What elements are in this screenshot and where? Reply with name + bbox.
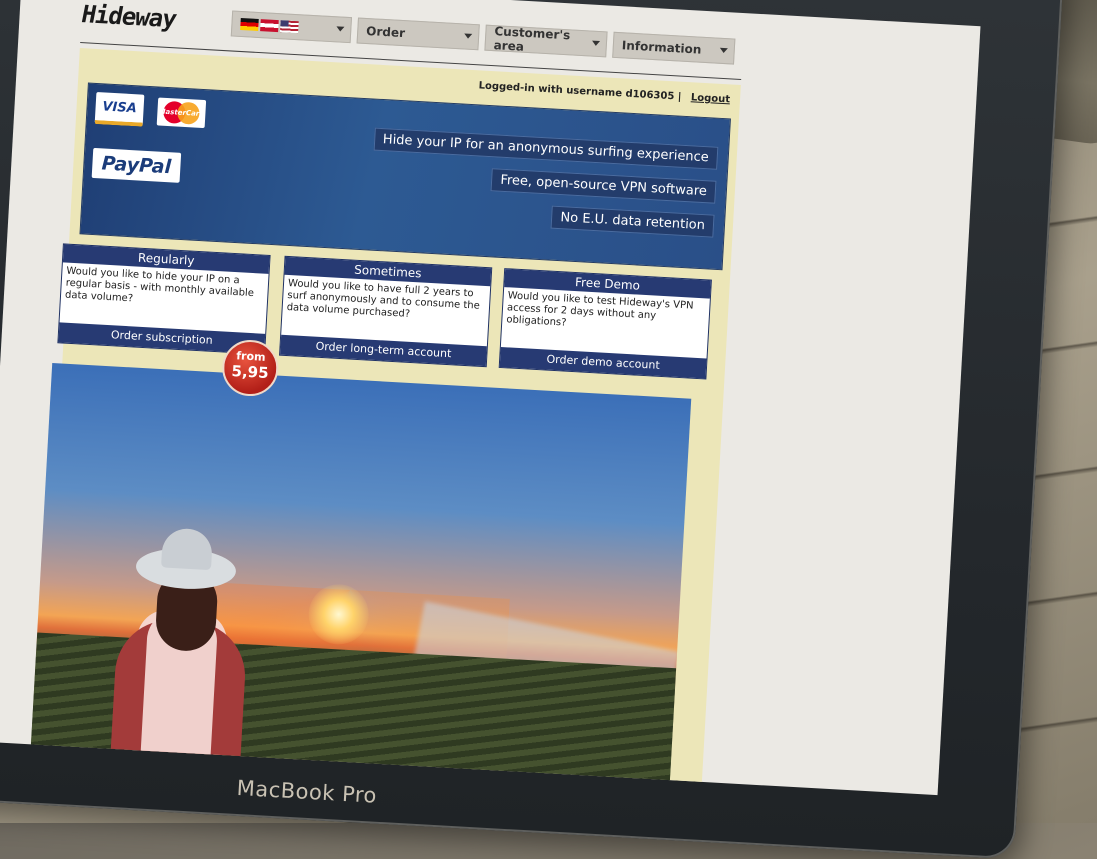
nav-information[interactable]: Information — [612, 31, 736, 65]
tagline-open-source: Free, open-source VPN software — [490, 168, 717, 204]
login-status: Logged-in with username d106305 | Logout — [478, 80, 730, 105]
laptop-frame: Hideway Order Customer's area Informatio… — [0, 0, 1065, 859]
login-status-text: Logged-in with username d106305 — [478, 80, 675, 103]
paypal-logo: PayPal — [91, 147, 182, 183]
chevron-down-icon — [591, 40, 601, 47]
nav-order[interactable]: Order — [356, 17, 480, 51]
us-flag-icon — [280, 20, 299, 34]
content-frame: Logged-in with username d106305 | Logout… — [28, 48, 741, 796]
visa-logo: VISA — [94, 92, 145, 127]
plan-card-free-demo: Free Demo Would you like to test Hideway… — [498, 268, 712, 380]
chevron-down-icon — [719, 47, 728, 54]
device-label: MacBook Pro — [236, 775, 378, 808]
chevron-down-icon — [464, 33, 473, 39]
plan-card-sometimes: Sometimes Would you like to have full 2 … — [279, 255, 493, 368]
german-flag-icon — [240, 17, 259, 31]
mastercard-logo: MasterCard — [156, 97, 207, 129]
hero-photo-sunset — [28, 362, 692, 796]
nav-customers-area[interactable]: Customer's area — [484, 24, 608, 58]
laptop-screen: Hideway Order Customer's area Informatio… — [0, 0, 981, 796]
site-logo[interactable]: Hideway — [79, 0, 179, 33]
top-navigation: Order Customer's area Information — [230, 10, 736, 65]
tagline-hide-ip: Hide your IP for an anonymous surfing ex… — [373, 127, 719, 170]
tagline-no-retention: No E.U. data retention — [550, 205, 715, 238]
hero-banner: VISA MasterCard PayPal Hide your IP for … — [79, 82, 731, 271]
price-badge-amount: 5,95 — [231, 362, 270, 383]
language-selector[interactable] — [230, 10, 353, 44]
plan-card-regularly: Regularly Would you like to hide your IP… — [57, 243, 271, 355]
nav-order-label: Order — [365, 24, 406, 41]
nav-information-label: Information — [621, 38, 702, 57]
logout-link[interactable]: Logout — [691, 92, 731, 105]
austrian-flag-icon — [260, 19, 279, 33]
person-hat-crown — [161, 527, 214, 571]
chevron-down-icon — [336, 26, 345, 32]
login-separator: | — [677, 91, 682, 103]
website-page: Hideway Order Customer's area Informatio… — [28, 0, 742, 796]
nav-customers-area-label: Customer's area — [493, 24, 571, 54]
